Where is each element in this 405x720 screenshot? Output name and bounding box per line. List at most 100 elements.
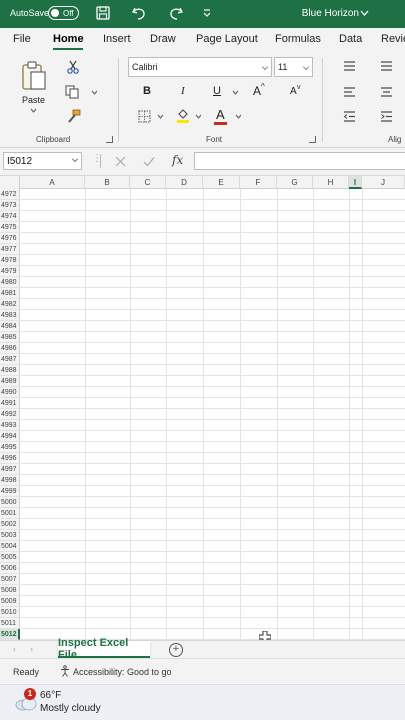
row-header[interactable]: 5011 [0,618,20,629]
row-header[interactable]: 4999 [0,486,20,497]
font-color-dropdown-icon[interactable] [235,114,242,119]
sheet-prev-icon[interactable]: ‹ [13,644,16,654]
row-header[interactable]: 5008 [0,585,20,596]
row-header[interactable]: 5001 [0,508,20,519]
enter-check-icon[interactable] [143,156,155,167]
column-header-i[interactable]: I [349,176,362,189]
accessibility-status[interactable]: Accessibility: Good to go [73,667,172,677]
underline-dropdown-icon[interactable] [232,90,239,95]
row-header[interactable]: 4985 [0,332,20,343]
save-icon[interactable] [95,5,111,21]
column-header-a[interactable]: A [20,176,85,189]
row-header[interactable]: 4983 [0,310,20,321]
align-top-icon[interactable] [343,61,356,71]
weather-temperature[interactable]: 66°F [40,690,61,701]
row-header[interactable]: 5005 [0,552,20,563]
grow-font-button[interactable]: A [253,84,261,98]
row-header[interactable]: 4981 [0,288,20,299]
tab-review[interactable]: Revie [381,33,405,45]
row-header[interactable]: 4996 [0,453,20,464]
align-middle-icon[interactable] [380,61,393,71]
fill-color-icon[interactable] [176,108,190,124]
select-all-corner[interactable] [0,176,20,189]
undo-icon[interactable] [131,5,147,21]
clipboard-launcher-icon[interactable] [106,136,113,143]
column-header-f[interactable]: F [240,176,277,189]
row-header[interactable]: 5000 [0,497,20,508]
decrease-indent-icon[interactable] [343,111,356,122]
column-header-c[interactable]: C [130,176,166,189]
add-sheet-button[interactable]: + [169,643,183,657]
row-header[interactable]: 5004 [0,541,20,552]
row-header[interactable]: 4997 [0,464,20,475]
row-header[interactable]: 4977 [0,244,20,255]
row-header[interactable]: 4986 [0,343,20,354]
bold-button[interactable]: B [143,85,151,97]
align-center-icon[interactable] [380,87,393,97]
weather-condition[interactable]: Mostly cloudy [40,703,101,714]
row-header[interactable]: 4987 [0,354,20,365]
sheet-next-icon[interactable]: › [30,644,33,654]
cells-area[interactable] [20,189,405,640]
row-header[interactable]: 5007 [0,574,20,585]
row-header[interactable]: 4980 [0,277,20,288]
user-name[interactable]: Blue Horizon [302,8,359,19]
sheet-tab-inspect-excel-file[interactable]: Inspect Excel File [58,637,150,661]
column-header-e[interactable]: E [203,176,240,189]
row-header[interactable]: 4989 [0,376,20,387]
tab-formulas[interactable]: Formulas [275,33,321,45]
font-name-combo[interactable]: Calibri [128,57,272,77]
row-header[interactable]: 4993 [0,420,20,431]
column-header-b[interactable]: B [85,176,130,189]
row-header[interactable]: 5002 [0,519,20,530]
paste-dropdown-icon[interactable] [30,108,37,113]
customize-toolbar-icon[interactable] [199,5,215,21]
row-header[interactable]: 5003 [0,530,20,541]
row-header[interactable]: 4984 [0,321,20,332]
cancel-icon[interactable] [115,156,126,167]
italic-button[interactable]: I [181,85,185,97]
tab-data[interactable]: Data [339,33,362,45]
row-header[interactable]: 5006 [0,563,20,574]
row-header[interactable]: 4982 [0,299,20,310]
row-header[interactable]: 4998 [0,475,20,486]
increase-indent-icon[interactable] [380,111,393,122]
row-header[interactable]: 5009 [0,596,20,607]
accessibility-icon[interactable] [59,665,71,677]
tab-file[interactable]: File [13,33,31,45]
format-painter-icon[interactable] [66,109,81,123]
copy-icon[interactable] [65,85,79,99]
tab-home[interactable]: Home [53,33,84,45]
formula-input[interactable] [194,152,405,170]
row-header[interactable]: 5010 [0,607,20,618]
fill-color-dropdown-icon[interactable] [195,114,202,119]
column-header-g[interactable]: G [277,176,313,189]
row-header[interactable]: 4974 [0,211,20,222]
tab-page-layout[interactable]: Page Layout [196,33,258,45]
column-header-h[interactable]: H [313,176,349,189]
row-header[interactable]: 4979 [0,266,20,277]
row-header[interactable]: 4978 [0,255,20,266]
paste-label[interactable]: Paste [22,95,45,105]
row-header[interactable]: 4975 [0,222,20,233]
tab-insert[interactable]: Insert [103,33,131,45]
font-launcher-icon[interactable] [309,136,316,143]
paste-icon[interactable] [20,60,48,92]
copy-dropdown-icon[interactable] [91,90,98,95]
row-header[interactable]: 4994 [0,431,20,442]
insert-function-button[interactable]: fx [172,153,183,167]
worksheet-grid[interactable]: ABCDEFGHIJ 4972 4973 4974 4975 4976 4977 4978 4… [0,176,405,640]
borders-icon[interactable] [138,110,151,123]
row-header[interactable]: 4992 [0,409,20,420]
font-size-combo[interactable]: 11 [274,57,313,77]
redo-icon[interactable] [168,5,184,21]
font-color-button[interactable]: A [216,107,225,122]
tab-draw[interactable]: Draw [150,33,176,45]
autosave-toggle[interactable]: Off [48,6,79,20]
shrink-font-button[interactable]: A [290,86,297,97]
row-header[interactable]: 4976 [0,233,20,244]
row-header[interactable]: 4991 [0,398,20,409]
row-header[interactable]: 4973 [0,200,20,211]
column-header-j[interactable]: J [362,176,405,189]
name-box[interactable]: I5012 [3,152,82,170]
